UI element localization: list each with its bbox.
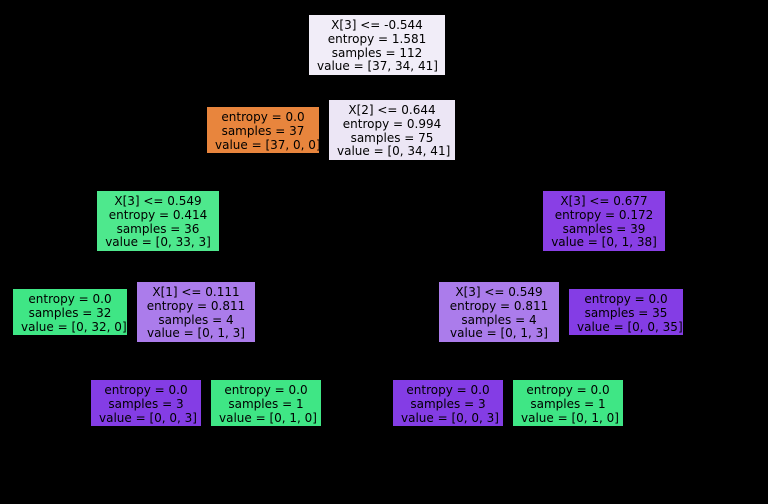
decision-tree: X[3] <= -0.544entropy = 1.581samples = 1…: [0, 0, 768, 504]
tree-node: entropy = 0.0samples = 35value = [0, 0, …: [568, 288, 684, 336]
tree-node-line: samples = 3: [401, 398, 495, 412]
tree-node: entropy = 0.0samples = 1value = [0, 1, 0…: [512, 379, 624, 427]
tree-node-line: value = [0, 0, 3]: [99, 412, 193, 426]
tree-node-line: entropy = 0.0: [21, 293, 119, 307]
tree-node-line: samples = 75: [337, 132, 447, 146]
tree-node-line: value = [0, 1, 3]: [145, 327, 247, 341]
tree-node-line: entropy = 0.0: [401, 384, 495, 398]
tree-node-line: entropy = 0.994: [337, 118, 447, 132]
tree-node: entropy = 0.0samples = 32value = [0, 32,…: [12, 288, 128, 336]
tree-node-line: entropy = 0.0: [99, 384, 193, 398]
tree-node-line: entropy = 0.0: [215, 111, 311, 125]
tree-node: entropy = 0.0samples = 37value = [37, 0,…: [206, 106, 320, 154]
tree-node-line: entropy = 0.811: [145, 300, 247, 314]
tree-node-line: X[3] <= -0.544: [317, 19, 437, 33]
tree-node-line: X[3] <= 0.677: [551, 195, 657, 209]
tree-node-line: samples = 39: [551, 223, 657, 237]
tree-node: entropy = 0.0samples = 3value = [0, 0, 3…: [90, 379, 202, 427]
tree-node-line: value = [0, 0, 35]: [577, 321, 675, 335]
tree-node-line: entropy = 0.172: [551, 209, 657, 223]
tree-node: X[3] <= 0.549entropy = 0.811samples = 4v…: [438, 281, 560, 343]
tree-node-line: samples = 35: [577, 307, 675, 321]
tree-node-line: entropy = 0.0: [521, 384, 615, 398]
tree-node-line: entropy = 0.414: [105, 209, 211, 223]
tree-node-line: value = [37, 34, 41]: [317, 60, 437, 74]
tree-node-line: samples = 37: [215, 125, 311, 139]
tree-node-line: samples = 3: [99, 398, 193, 412]
tree-node-line: value = [0, 1, 3]: [447, 327, 551, 341]
tree-node-line: value = [0, 34, 41]: [337, 145, 447, 159]
tree-node-line: entropy = 0.0: [219, 384, 313, 398]
tree-node-line: samples = 36: [105, 223, 211, 237]
tree-node-line: samples = 4: [447, 314, 551, 328]
tree-node: X[2] <= 0.644entropy = 0.994samples = 75…: [328, 99, 456, 161]
tree-node-line: samples = 32: [21, 307, 119, 321]
tree-node-line: X[3] <= 0.549: [105, 195, 211, 209]
tree-node-line: value = [0, 32, 0]: [21, 321, 119, 335]
tree-node: X[1] <= 0.111entropy = 0.811samples = 4v…: [136, 281, 256, 343]
tree-node-line: X[2] <= 0.644: [337, 104, 447, 118]
tree-node-line: entropy = 1.581: [317, 33, 437, 47]
tree-node: X[3] <= 0.677entropy = 0.172samples = 39…: [542, 190, 666, 252]
tree-node-line: samples = 112: [317, 47, 437, 61]
tree-node-line: X[3] <= 0.549: [447, 286, 551, 300]
tree-node: X[3] <= 0.549entropy = 0.414samples = 36…: [96, 190, 220, 252]
tree-node-line: value = [0, 1, 0]: [521, 412, 615, 426]
tree-node: entropy = 0.0samples = 1value = [0, 1, 0…: [210, 379, 322, 427]
tree-node: X[3] <= -0.544entropy = 1.581samples = 1…: [308, 14, 446, 76]
tree-node-line: value = [0, 1, 0]: [219, 412, 313, 426]
tree-node-line: entropy = 0.0: [577, 293, 675, 307]
tree-node-line: samples = 4: [145, 314, 247, 328]
tree-node-line: value = [37, 0, 0]: [215, 139, 311, 153]
tree-node-line: value = [0, 0, 3]: [401, 412, 495, 426]
tree-node-line: value = [0, 33, 3]: [105, 236, 211, 250]
tree-node-line: value = [0, 1, 38]: [551, 236, 657, 250]
tree-node: entropy = 0.0samples = 3value = [0, 0, 3…: [392, 379, 504, 427]
tree-node-line: samples = 1: [521, 398, 615, 412]
tree-node-line: samples = 1: [219, 398, 313, 412]
tree-node-line: X[1] <= 0.111: [145, 286, 247, 300]
tree-node-line: entropy = 0.811: [447, 300, 551, 314]
